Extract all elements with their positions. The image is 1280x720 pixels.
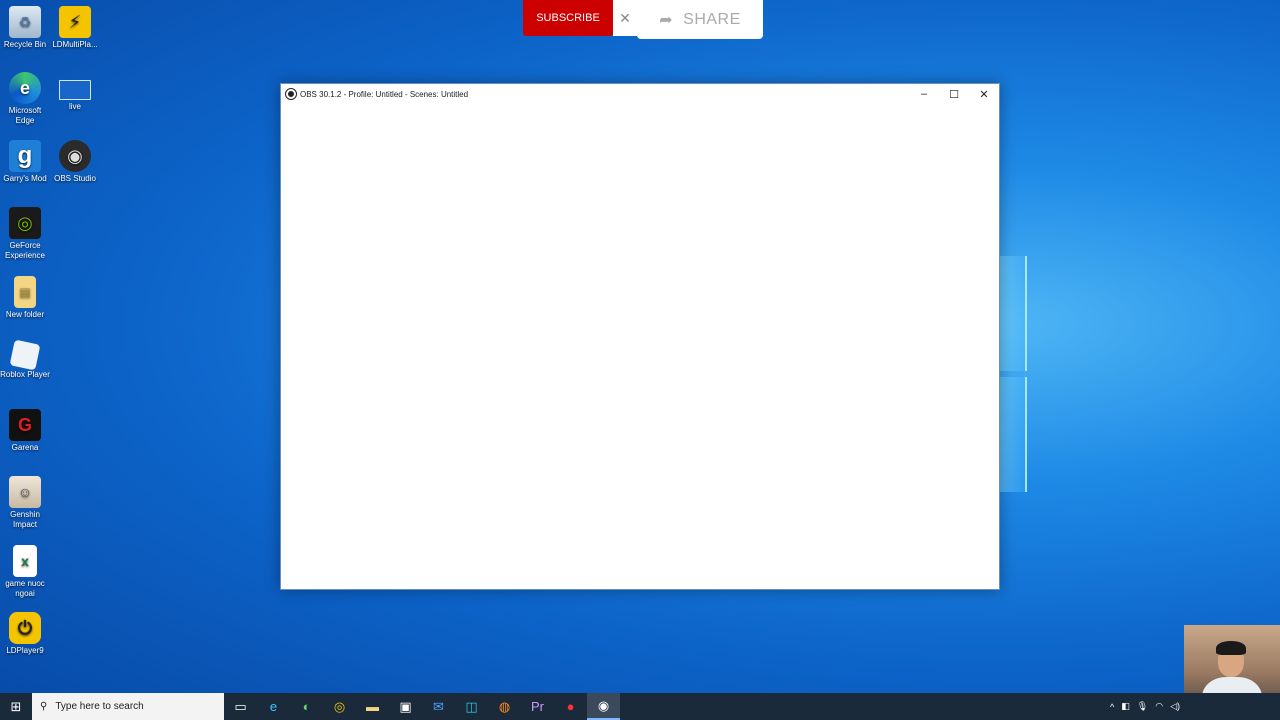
- system-tray: ^ ◧ 🎙 ◠ ◁): [1110, 701, 1280, 712]
- network-icon[interactable]: ◧: [1121, 701, 1130, 712]
- desktop-icon-label: Garry's Mod: [3, 174, 47, 183]
- desktop-icon-label: LDMultiPla...: [52, 40, 98, 49]
- desktop-icon-obs[interactable]: ◉ OBS Studio: [50, 140, 100, 184]
- recorder-taskbar-icon[interactable]: ●: [554, 693, 587, 720]
- taskbar-search[interactable]: ⚲ Type here to search: [32, 693, 224, 720]
- desktop-icon-edge[interactable]: e Microsoft Edge: [0, 72, 50, 126]
- recycle-bin-icon: ♻: [9, 6, 41, 38]
- obs-icon: ◉: [59, 140, 91, 172]
- roblox-icon: [9, 339, 41, 371]
- desktop-icon-label: live: [68, 102, 81, 111]
- desktop-icon-label: Recycle Bin: [3, 40, 47, 49]
- desktop-icon-label: LDPlayer9: [6, 646, 44, 655]
- edge-icon: e: [9, 72, 41, 104]
- chrome-taskbar-icon[interactable]: ◎: [323, 693, 356, 720]
- desktop-icon-garrys-mod[interactable]: g Garry's Mod: [0, 140, 50, 184]
- garena-icon: G: [9, 409, 41, 441]
- chevron-up-icon[interactable]: ^: [1110, 702, 1114, 712]
- obs-window[interactable]: OBS 30.1.2 - Profile: Untitled - Scenes:…: [280, 83, 1000, 590]
- desktop-icon-label: New folder: [5, 310, 45, 319]
- volume-icon[interactable]: ◁): [1170, 701, 1180, 712]
- desktop-icon-garena[interactable]: G Garena: [0, 409, 50, 453]
- desktop-icon-excel-file[interactable]: x game nuoc ngoai: [0, 545, 50, 599]
- ldmultiplayer-icon: ⚡: [59, 6, 91, 38]
- firefox-taskbar-icon[interactable]: ◍: [488, 693, 521, 720]
- search-placeholder: Type here to search: [55, 701, 144, 712]
- mail-taskbar-icon[interactable]: ✉: [422, 693, 455, 720]
- desktop-icon-geforce[interactable]: ◎ GeForce Experience: [0, 207, 50, 261]
- desktop-icon-live[interactable]: live: [50, 80, 100, 112]
- search-icon: ⚲: [40, 701, 48, 712]
- desktop-icon-new-folder[interactable]: ▤ New folder: [0, 276, 50, 320]
- green-app-taskbar-icon[interactable]: ◐: [290, 693, 323, 720]
- window-title: OBS 30.1.2 - Profile: Untitled - Scenes:…: [300, 89, 469, 99]
- subscribe-button[interactable]: SUBSCRIBE: [523, 0, 613, 36]
- genshin-icon: ☺: [9, 476, 41, 508]
- premiere-taskbar-icon[interactable]: Pr: [521, 693, 554, 720]
- window-titlebar[interactable]: OBS 30.1.2 - Profile: Untitled - Scenes:…: [281, 84, 999, 104]
- desktop-icon-genshin[interactable]: ☺ Genshin Impact: [0, 476, 50, 530]
- close-icon[interactable]: ✕: [613, 0, 637, 36]
- file-explorer-taskbar-icon[interactable]: ▬: [356, 693, 389, 720]
- desktop-icon-label: GeForce Experience: [4, 241, 46, 260]
- geforce-icon: ◎: [9, 207, 41, 239]
- share-arrow-icon: ➦: [659, 11, 674, 29]
- desktop-icon-ldmultiplayer[interactable]: ⚡ LDMultiPla...: [50, 6, 100, 50]
- start-button[interactable]: ⊞: [0, 693, 32, 720]
- edge-taskbar-icon[interactable]: e: [257, 693, 290, 720]
- folder-icon: ▤: [14, 276, 36, 308]
- store-taskbar-icon[interactable]: ▣: [389, 693, 422, 720]
- desktop-icon-ldplayer[interactable]: ⏻ LDPlayer9: [0, 612, 50, 656]
- close-button[interactable]: ✕: [969, 84, 999, 104]
- excel-icon: x: [13, 545, 37, 577]
- monitor-icon: [59, 80, 91, 100]
- garrys-mod-icon: g: [9, 140, 41, 172]
- share-button[interactable]: ➦ SHARE: [637, 0, 763, 39]
- desktop-icon-label: Garena: [11, 443, 39, 452]
- desktop-icon-label: Microsoft Edge: [8, 106, 42, 125]
- desktop-icon-label: Roblox Player: [0, 370, 50, 379]
- desktop-icon-roblox[interactable]: Roblox Player: [0, 339, 50, 380]
- share-label: SHARE: [683, 10, 741, 28]
- desktop-icon-label: game nuoc ngoai: [5, 579, 45, 598]
- wifi-icon[interactable]: ◠: [1155, 701, 1163, 712]
- ldplayer-icon: ⏻: [9, 612, 41, 644]
- desktop-icon-label: Genshin Impact: [10, 510, 40, 529]
- obs-taskbar-icon[interactable]: ◉: [587, 693, 620, 720]
- teal-app-taskbar-icon[interactable]: ◫: [455, 693, 488, 720]
- desktop-icon-label: OBS Studio: [54, 174, 96, 183]
- task-view-icon[interactable]: ▭: [224, 693, 257, 720]
- windows-logo-wallpaper: [1000, 256, 1028, 492]
- minimize-button[interactable]: –: [909, 84, 939, 104]
- maximize-button[interactable]: ☐: [939, 84, 969, 104]
- taskbar: ⊞ ⚲ Type here to search ▭ e ◐ ◎ ▬ ▣ ✉ ◫ …: [0, 693, 1280, 720]
- desktop-icon-recycle-bin[interactable]: ♻ Recycle Bin: [0, 6, 50, 50]
- obs-app-icon: [286, 89, 296, 99]
- microphone-icon[interactable]: 🎙: [1137, 701, 1148, 712]
